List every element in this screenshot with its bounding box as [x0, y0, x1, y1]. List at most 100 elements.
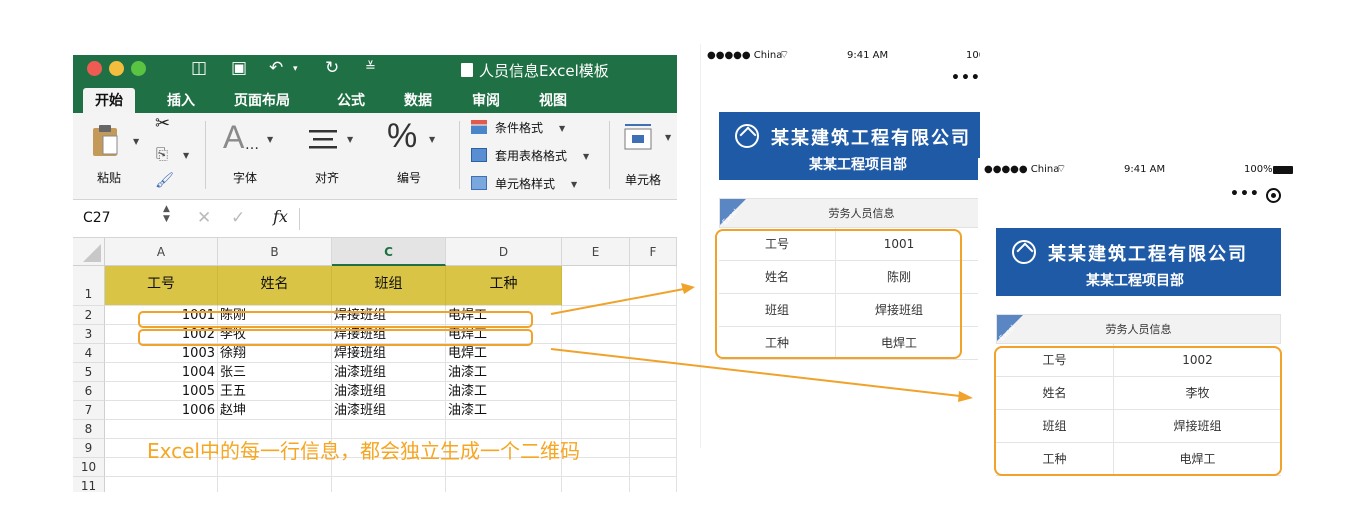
- cell-team[interactable]: 焊接班组: [332, 344, 446, 363]
- cell-team[interactable]: 油漆班组: [332, 401, 446, 420]
- row-header[interactable]: 11: [73, 477, 105, 492]
- redo-icon[interactable]: ↻: [325, 58, 339, 78]
- tab-formulas[interactable]: 公式: [337, 90, 365, 110]
- row-header[interactable]: 5: [73, 363, 105, 382]
- cell-trade[interactable]: 油漆工: [446, 382, 562, 401]
- confirm-formula-icon[interactable]: ✓: [231, 208, 245, 228]
- minimize-window-button[interactable]: [109, 61, 124, 76]
- cell[interactable]: [218, 477, 332, 492]
- row-header-1[interactable]: 1: [73, 266, 105, 306]
- row-header[interactable]: 2: [73, 306, 105, 325]
- row-header[interactable]: 10: [73, 458, 105, 477]
- number-format-button[interactable]: % ▼ 编号: [385, 117, 441, 191]
- row-header[interactable]: 7: [73, 401, 105, 420]
- header-cell-team[interactable]: 班组: [332, 266, 446, 306]
- customize-toolbar-icon[interactable]: ≚: [365, 60, 376, 75]
- tab-page-layout[interactable]: 页面布局: [234, 90, 290, 110]
- cell-id[interactable]: 1006: [105, 401, 218, 420]
- cell[interactable]: [562, 344, 630, 363]
- row-header[interactable]: 8: [73, 420, 105, 439]
- tab-data[interactable]: 数据: [404, 90, 432, 110]
- more-icon[interactable]: •••: [951, 70, 980, 86]
- cell[interactable]: [105, 477, 218, 492]
- arrowhead-row-1001: [681, 283, 695, 294]
- card-header: Excel 劳务人员信息: [719, 198, 980, 228]
- table-format-button[interactable]: 套用表格格式 ▼: [471, 146, 601, 166]
- cell[interactable]: [562, 401, 630, 420]
- cell[interactable]: [562, 477, 630, 492]
- name-box[interactable]: C27: [83, 210, 111, 226]
- cell[interactable]: [630, 363, 677, 382]
- cell-name[interactable]: 张三: [218, 363, 332, 382]
- insert-function-icon[interactable]: fx: [273, 207, 288, 226]
- name-box-stepper-icon[interactable]: ▲ ▼: [163, 204, 170, 224]
- close-miniprogram-icon[interactable]: [1266, 188, 1281, 203]
- format-painter-icon[interactable]: 🖌: [155, 171, 174, 189]
- cut-icon[interactable]: ✂: [155, 113, 170, 134]
- cell-team[interactable]: 油漆班组: [332, 382, 446, 401]
- row-header[interactable]: 9: [73, 439, 105, 458]
- column-header-d[interactable]: D: [446, 238, 562, 266]
- cell[interactable]: [562, 363, 630, 382]
- column-header-f[interactable]: F: [630, 238, 677, 266]
- cell-name[interactable]: 赵坤: [218, 401, 332, 420]
- align-button[interactable]: ▼ 对齐: [303, 123, 359, 191]
- cell[interactable]: [630, 477, 677, 492]
- undo-icon[interactable]: ↶: [269, 58, 283, 78]
- cell[interactable]: [630, 382, 677, 401]
- zoom-window-button[interactable]: [131, 61, 146, 76]
- cell[interactable]: [630, 266, 677, 306]
- cell-id[interactable]: 1003: [105, 344, 218, 363]
- header-cell-trade[interactable]: 工种: [446, 266, 562, 306]
- tab-view[interactable]: 视图: [539, 90, 567, 110]
- header-cell-id[interactable]: 工号: [105, 266, 218, 306]
- cell[interactable]: [630, 401, 677, 420]
- cell-id[interactable]: 1005: [105, 382, 218, 401]
- column-header-a[interactable]: A: [105, 238, 218, 266]
- cell[interactable]: [446, 477, 562, 492]
- cell-name[interactable]: 王五: [218, 382, 332, 401]
- row-header[interactable]: 6: [73, 382, 105, 401]
- cell-style-button[interactable]: 单元格样式 ▼: [471, 174, 591, 194]
- font-button[interactable]: A … ▼ 字体: [223, 119, 273, 191]
- copy-icon[interactable]: ⎘: [156, 145, 168, 163]
- conditional-format-button[interactable]: 条件格式 ▼: [471, 118, 581, 138]
- cell[interactable]: [562, 306, 630, 325]
- undo-dropdown-icon[interactable]: ▾: [293, 64, 298, 74]
- cell[interactable]: [562, 382, 630, 401]
- more-icon[interactable]: •••: [1230, 186, 1260, 202]
- cell[interactable]: [562, 325, 630, 344]
- cell-trade[interactable]: 油漆工: [446, 363, 562, 382]
- cell[interactable]: [562, 266, 630, 306]
- row-highlight-1002: [138, 329, 533, 346]
- tab-home[interactable]: 开始: [83, 88, 135, 113]
- cell-button[interactable]: ▼ 单元格: [619, 121, 677, 191]
- paste-button[interactable]: ▼ 粘贴: [89, 121, 139, 191]
- cell[interactable]: [630, 439, 677, 458]
- cell-team[interactable]: 油漆班组: [332, 363, 446, 382]
- cell[interactable]: [332, 477, 446, 492]
- cell[interactable]: [630, 325, 677, 344]
- formula-input[interactable]: [305, 204, 675, 234]
- cell[interactable]: [630, 344, 677, 363]
- column-header-b[interactable]: B: [218, 238, 332, 266]
- cell-trade[interactable]: 油漆工: [446, 401, 562, 420]
- cell-trade[interactable]: 电焊工: [446, 344, 562, 363]
- row-header[interactable]: 4: [73, 344, 105, 363]
- close-window-button[interactable]: [87, 61, 102, 76]
- tab-insert[interactable]: 插入: [167, 90, 195, 110]
- cell-name[interactable]: 徐翔: [218, 344, 332, 363]
- cancel-formula-icon[interactable]: ✕: [197, 208, 211, 228]
- column-header-e[interactable]: E: [562, 238, 630, 266]
- save-icon[interactable]: ▣: [231, 58, 247, 78]
- tab-review[interactable]: 审阅: [472, 90, 500, 110]
- row-header[interactable]: 3: [73, 325, 105, 344]
- sidebar-toggle-icon[interactable]: ◫: [191, 58, 207, 78]
- cell-id[interactable]: 1004: [105, 363, 218, 382]
- select-all-corner[interactable]: [73, 238, 105, 266]
- cell[interactable]: [630, 306, 677, 325]
- column-header-c[interactable]: C: [332, 238, 446, 266]
- cell[interactable]: [630, 458, 677, 477]
- header-cell-name[interactable]: 姓名: [218, 266, 332, 306]
- cell[interactable]: [630, 420, 677, 439]
